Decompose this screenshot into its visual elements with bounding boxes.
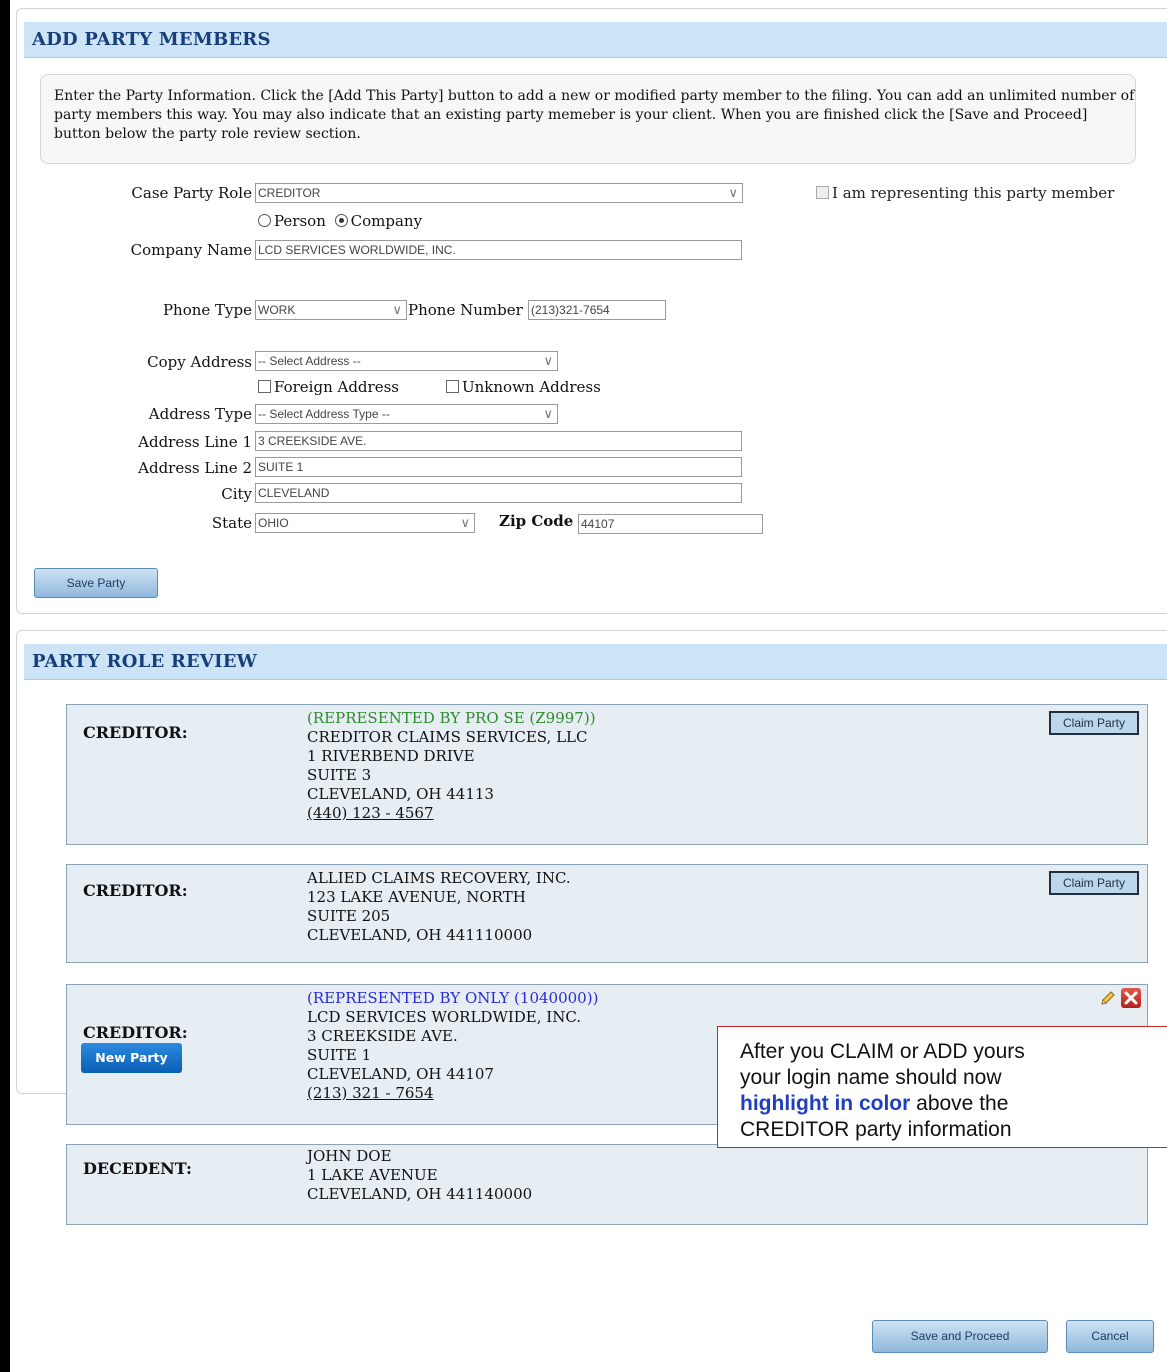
party-city-state-zip: CLEVELAND, OH 441110000 [307, 926, 533, 944]
zip-input[interactable]: 44107 [578, 514, 763, 534]
state-label: State [211, 514, 252, 532]
add-party-header: ADD PARTY MEMBERS [24, 22, 1167, 58]
foreign-address-row[interactable]: Foreign Address [258, 378, 399, 396]
city-label: City [221, 485, 252, 503]
party-phone: (440) 123 - 4567 [307, 804, 434, 822]
company-name-input[interactable]: LCD SERVICES WORLDWIDE, INC. [255, 240, 742, 260]
party-phone: (213) 321 - 7654 [307, 1084, 434, 1102]
case-party-role-select[interactable]: CREDITOR [255, 183, 743, 203]
party-name: ALLIED CLAIMS RECOVERY, INC. [307, 869, 571, 887]
unknown-address-label: Unknown Address [462, 378, 601, 396]
unknown-address-checkbox[interactable] [446, 380, 459, 393]
party-card: DECEDENT: JOHN DOE 1 LAKE AVENUE CLEVELA… [66, 1144, 1148, 1225]
party-address-line1: 123 LAKE AVENUE, NORTH [307, 888, 526, 906]
party-city-state-zip: CLEVELAND, OH 441140000 [307, 1185, 533, 1203]
page-frame: ADD PARTY MEMBERS Enter the Party Inform… [10, 0, 1167, 1372]
phone-number-label: Phone Number [408, 301, 523, 319]
zip-label: Zip Code [499, 512, 574, 530]
person-radio[interactable] [258, 214, 271, 227]
callout-line3: highlight in color above the [740, 1091, 1167, 1117]
callout-line2: your login name should now [740, 1066, 1002, 1089]
cancel-button[interactable]: Cancel [1066, 1320, 1154, 1353]
party-address-line1: 3 CREEKSIDE AVE. [307, 1027, 458, 1045]
company-label: Company [350, 212, 423, 230]
address-line1-input[interactable]: 3 CREEKSIDE AVE. [255, 431, 742, 451]
representing-checkbox-row[interactable]: I am representing this party member [816, 184, 1114, 202]
party-role: CREDITOR: [83, 723, 188, 742]
party-role: DECEDENT: [83, 1159, 192, 1178]
city-input[interactable]: CLEVELAND [255, 483, 742, 503]
company-name-label: Company Name [130, 241, 252, 259]
party-name: CREDITOR CLAIMS SERVICES, LLC [307, 728, 588, 746]
address-type-select[interactable]: -- Select Address Type -- [255, 404, 558, 424]
claim-party-button[interactable]: Claim Party [1049, 711, 1139, 735]
phone-type-select[interactable]: WORK [255, 300, 407, 320]
case-party-role-label: Case Party Role [131, 184, 252, 202]
instructions-box: Enter the Party Information. Click the [… [40, 74, 1136, 164]
party-address-line1: 1 RIVERBEND DRIVE [307, 747, 475, 765]
party-type-radios: Person Company [258, 212, 422, 230]
callout-highlight: highlight in color [740, 1092, 911, 1115]
callout-line1: After you CLAIM or ADD yours [740, 1040, 1025, 1063]
unknown-address-row[interactable]: Unknown Address [446, 378, 601, 396]
representing-checkbox[interactable] [816, 186, 829, 199]
party-address-line2: SUITE 205 [307, 907, 391, 925]
party-address: (REPRESENTED BY ONLY (1040000)) LCD SERV… [307, 989, 598, 1103]
party-address: ALLIED CLAIMS RECOVERY, INC. 123 LAKE AV… [307, 869, 571, 945]
copy-address-select[interactable]: -- Select Address -- [255, 351, 558, 371]
party-name: JOHN DOE [307, 1147, 392, 1165]
representing-label: I am representing this party member [832, 184, 1115, 202]
party-card: CREDITOR: ALLIED CLAIMS RECOVERY, INC. 1… [66, 864, 1148, 963]
address-line2-label: Address Line 2 [138, 459, 252, 477]
delete-icon[interactable] [1121, 988, 1141, 1008]
party-city-state-zip: CLEVELAND, OH 44113 [307, 785, 494, 803]
claim-party-button[interactable]: Claim Party [1049, 871, 1139, 895]
company-radio[interactable] [334, 214, 348, 227]
party-address: JOHN DOE 1 LAKE AVENUE CLEVELAND, OH 441… [307, 1147, 532, 1204]
address-line1-label: Address Line 1 [138, 433, 252, 451]
party-card: CREDITOR: (REPRESENTED BY PRO SE (Z9997)… [66, 704, 1148, 845]
phone-type-label: Phone Type [162, 301, 252, 319]
save-and-proceed-button[interactable]: Save and Proceed [872, 1320, 1048, 1353]
new-party-badge: New Party [81, 1043, 182, 1073]
phone-number-input[interactable]: (213)321-7654 [528, 300, 666, 320]
foreign-address-label: Foreign Address [274, 378, 399, 396]
foreign-address-checkbox[interactable] [258, 380, 271, 393]
party-address-line2: SUITE 1 [307, 1046, 372, 1064]
edit-pencil-icon[interactable] [1099, 989, 1117, 1007]
party-address: (REPRESENTED BY PRO SE (Z9997)) CREDITOR… [307, 709, 596, 823]
party-city-state-zip: CLEVELAND, OH 44107 [307, 1065, 494, 1083]
review-header: PARTY ROLE REVIEW [24, 644, 1167, 680]
callout-line3-rest: above the [910, 1092, 1009, 1115]
annotation-callout: After you CLAIM or ADD yours your login … [717, 1026, 1167, 1148]
copy-address-label: Copy Address [147, 353, 252, 371]
party-role: CREDITOR: [83, 1023, 188, 1042]
address-line2-input[interactable]: SUITE 1 [255, 457, 742, 477]
address-type-label: Address Type [148, 405, 252, 423]
party-representation: (REPRESENTED BY PRO SE (Z9997)) [307, 709, 596, 727]
state-select[interactable]: OHIO [255, 513, 475, 533]
person-label: Person [274, 212, 326, 230]
party-role: CREDITOR: [83, 881, 188, 900]
party-address-line2: SUITE 3 [307, 766, 372, 784]
save-party-button[interactable]: Save Party [34, 568, 158, 598]
party-address-line1: 1 LAKE AVENUE [307, 1166, 438, 1184]
callout-line4: CREDITOR party information [740, 1118, 1012, 1141]
party-representation: (REPRESENTED BY ONLY (1040000)) [307, 989, 599, 1007]
party-name: LCD SERVICES WORLDWIDE, INC. [307, 1008, 582, 1026]
